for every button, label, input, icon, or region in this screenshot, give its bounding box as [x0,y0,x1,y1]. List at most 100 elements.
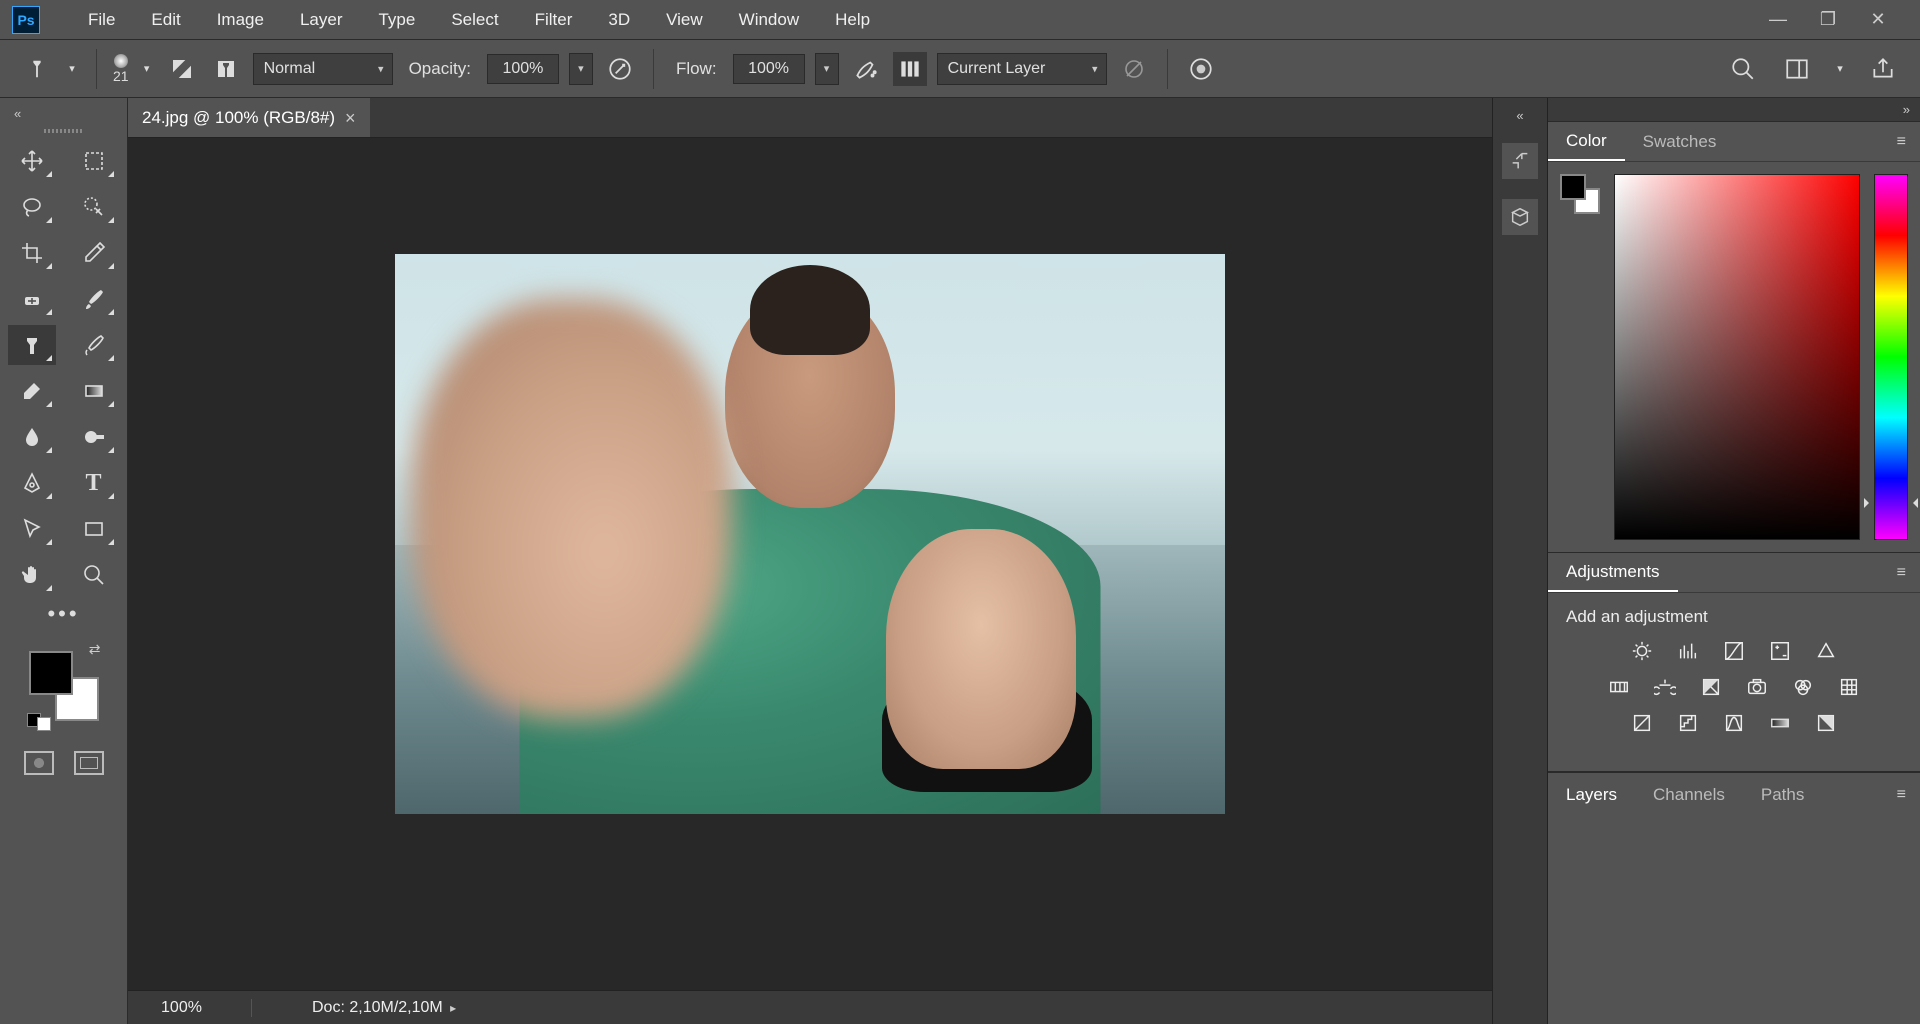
menu-layer[interactable]: Layer [282,10,361,30]
gradient-map-icon[interactable] [1766,711,1794,735]
opacity-dropdown[interactable]: ▾ [569,53,593,85]
brush-preset-picker[interactable]: 21 [113,54,129,84]
move-tool[interactable] [8,141,56,181]
color-field[interactable] [1614,174,1860,540]
channels-tab[interactable]: Channels [1635,773,1743,816]
document-info[interactable]: Doc: 2,10M/2,10M ▸ [312,999,456,1017]
flow-dropdown[interactable]: ▾ [815,53,839,85]
brush-settings-icon[interactable] [165,52,199,86]
invert-icon[interactable] [1628,711,1656,735]
gradient-tool[interactable] [70,371,118,411]
opacity-input[interactable] [487,54,559,84]
aligned-icon[interactable] [893,52,927,86]
flow-input[interactable] [733,54,805,84]
workspace-switcher[interactable] [1780,52,1814,86]
color-cursor[interactable] [1617,527,1627,537]
marquee-tool[interactable] [70,141,118,181]
toolbox-grip[interactable] [44,129,84,133]
maximize-icon[interactable]: ❐ [1818,10,1838,30]
menu-file[interactable]: File [70,10,133,30]
brightness-contrast-icon[interactable] [1628,639,1656,663]
menu-3d[interactable]: 3D [590,10,648,30]
type-tool[interactable]: T [70,463,118,503]
exposure-icon[interactable] [1766,639,1794,663]
menu-edit[interactable]: Edit [133,10,198,30]
tool-preset-caret-icon[interactable]: ▾ [64,52,80,86]
swatches-tab[interactable]: Swatches [1625,122,1735,161]
menu-type[interactable]: Type [360,10,433,30]
vibrance-icon[interactable] [1812,639,1840,663]
share-icon[interactable] [1866,52,1900,86]
eyedropper-tool[interactable] [70,233,118,273]
screen-mode-icon[interactable] [74,751,104,775]
canvas[interactable] [128,138,1492,990]
close-icon[interactable]: ✕ [1868,10,1888,30]
lasso-tool[interactable] [8,187,56,227]
menu-help[interactable]: Help [817,10,888,30]
menu-window[interactable]: Window [721,10,817,30]
blur-tool[interactable] [8,417,56,457]
hue-saturation-icon[interactable] [1605,675,1633,699]
posterize-icon[interactable] [1674,711,1702,735]
menu-view[interactable]: View [648,10,721,30]
edit-toolbar-button[interactable]: ••• [40,599,88,629]
blend-mode-select[interactable]: Normal ▾ [253,53,393,85]
libraries-panel-icon[interactable] [1502,199,1538,235]
dodge-tool[interactable] [70,417,118,457]
clone-source-icon[interactable] [209,52,243,86]
threshold-icon[interactable] [1720,711,1748,735]
path-selection-tool[interactable] [8,509,56,549]
adjustments-tab[interactable]: Adjustments [1548,553,1678,592]
menu-image[interactable]: Image [199,10,282,30]
brush-preset-caret-icon[interactable]: ▾ [139,52,155,86]
panel-collapse-icon[interactable]: « [1516,108,1523,123]
hue-slider[interactable] [1874,174,1908,540]
panel-menu-icon[interactable]: ≡ [1883,564,1920,582]
rectangle-tool[interactable] [70,509,118,549]
color-lookup-icon[interactable] [1835,675,1863,699]
foreground-background-colors[interactable]: ⇄ [29,651,99,721]
ignore-adjustment-icon[interactable] [1117,52,1151,86]
curves-icon[interactable] [1720,639,1748,663]
history-panel-icon[interactable] [1502,143,1538,179]
quick-selection-tool[interactable] [70,187,118,227]
eraser-tool[interactable] [8,371,56,411]
color-panel-swatches[interactable] [1560,174,1600,214]
black-white-icon[interactable] [1697,675,1725,699]
pen-tool[interactable] [8,463,56,503]
layers-tab[interactable]: Layers [1548,773,1635,816]
quick-mask-icon[interactable] [24,751,54,775]
workspace-caret-icon[interactable]: ▾ [1834,52,1846,86]
menu-filter[interactable]: Filter [517,10,591,30]
airbrush-icon[interactable] [849,52,883,86]
photo-filter-icon[interactable] [1743,675,1771,699]
levels-icon[interactable] [1674,639,1702,663]
color-tab[interactable]: Color [1548,122,1625,161]
channel-mixer-icon[interactable] [1789,675,1817,699]
zoom-tool[interactable] [70,555,118,595]
default-colors-icon[interactable] [27,713,51,731]
pressure-size-icon[interactable] [1184,52,1218,86]
panel-menu-icon[interactable]: ≡ [1883,133,1920,151]
swap-colors-icon[interactable]: ⇄ [89,641,101,658]
search-icon[interactable] [1726,52,1760,86]
paths-tab[interactable]: Paths [1743,773,1822,816]
minimize-icon[interactable]: — [1768,10,1788,30]
history-brush-tool[interactable] [70,325,118,365]
selective-color-icon[interactable] [1812,711,1840,735]
document-tab[interactable]: 24.jpg @ 100% (RGB/8#) × [128,98,370,137]
menu-select[interactable]: Select [433,10,516,30]
zoom-level[interactable]: 100% [142,999,252,1017]
toolbox-collapse-icon[interactable]: « [10,102,25,125]
panel-menu-icon[interactable]: ≡ [1883,786,1920,804]
sample-select[interactable]: Current Layer ▾ [937,53,1107,85]
hand-tool[interactable] [8,555,56,595]
brush-tool[interactable] [70,279,118,319]
tool-preset-picker[interactable] [20,52,54,86]
foreground-color-swatch[interactable] [29,651,73,695]
crop-tool[interactable] [8,233,56,273]
close-tab-icon[interactable]: × [345,108,356,129]
right-collapse-icon[interactable]: » [1548,98,1920,121]
color-balance-icon[interactable] [1651,675,1679,699]
clone-stamp-tool[interactable] [8,325,56,365]
